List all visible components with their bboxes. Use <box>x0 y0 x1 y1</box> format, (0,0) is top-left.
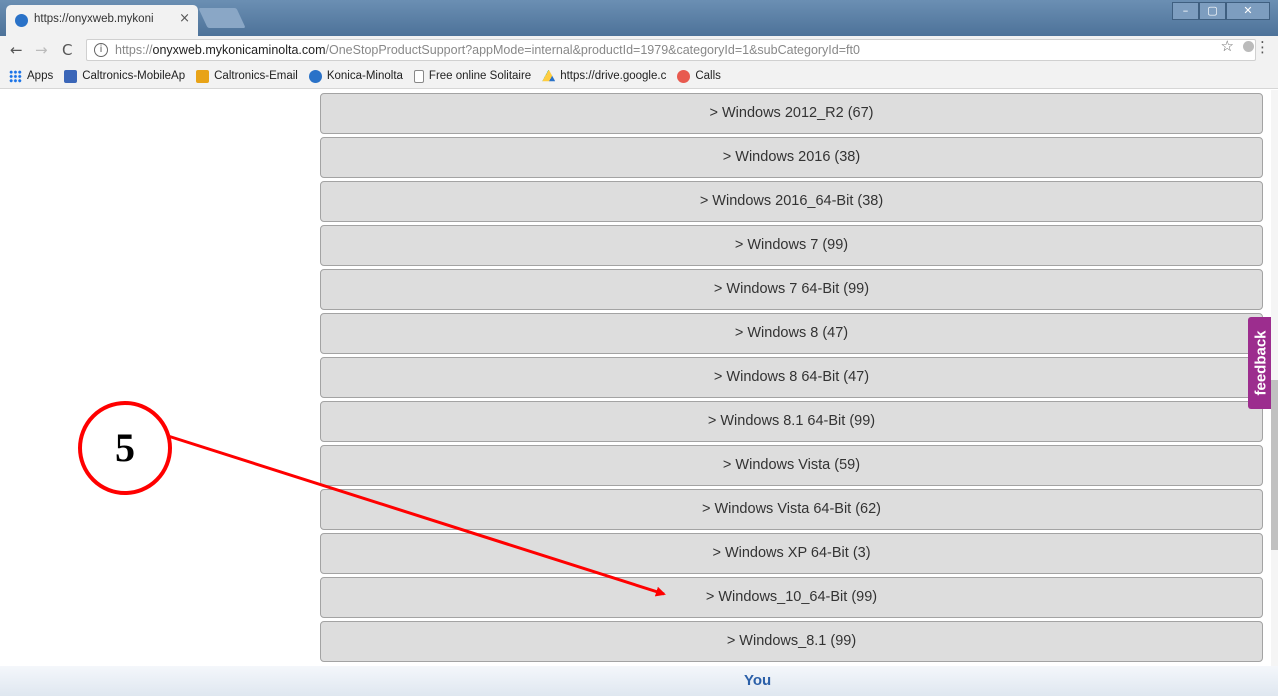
os-row-windows-vista-64bit[interactable]: > Windows Vista 64-Bit (62) <box>320 489 1263 530</box>
bookmark-star-icon[interactable]: ☆ <box>1221 37 1234 55</box>
os-row-windows-xp-64bit[interactable]: > Windows XP 64-Bit (3) <box>320 533 1263 574</box>
os-row-windows-8-1[interactable]: > Windows_8.1 (99) <box>320 621 1263 662</box>
bookmark-label: Caltronics-MobileAp <box>82 70 186 82</box>
window-titlebar: https://onyxweb.mykoni × – ▢ ✕ <box>0 0 1278 36</box>
os-row-windows-8-1-64bit[interactable]: > Windows 8.1 64-Bit (99) <box>320 401 1263 442</box>
minimize-button[interactable]: – <box>1172 2 1199 20</box>
scrollbar-thumb[interactable] <box>1271 380 1278 550</box>
forward-arrow-icon[interactable]: → <box>35 41 48 59</box>
os-row-windows-2012-r2[interactable]: > Windows 2012_R2 (67) <box>320 93 1263 134</box>
close-window-button[interactable]: ✕ <box>1226 2 1270 20</box>
bookmark-calls[interactable]: Calls <box>677 69 721 83</box>
back-arrow-icon[interactable]: ← <box>10 41 23 59</box>
calls-icon <box>677 69 691 83</box>
reload-icon[interactable]: C <box>62 41 72 59</box>
url-prefix: https:// <box>115 43 153 57</box>
bookmarks-bar: Apps Caltronics-MobileAp Caltronics-Emai… <box>0 64 1278 89</box>
os-row-windows-7[interactable]: > Windows 7 (99) <box>320 225 1263 266</box>
scrollbar[interactable] <box>1271 90 1278 666</box>
os-row-windows-8-64bit[interactable]: > Windows 8 64-Bit (47) <box>320 357 1263 398</box>
footer-partial-text: You <box>744 672 772 689</box>
new-tab-button[interactable] <box>198 8 246 28</box>
bookmark-label: Free online Solitaire <box>428 70 532 82</box>
browser-toolbar: ← → C i https://onyxweb.mykonicaminolta.… <box>0 36 1278 64</box>
url-path: /OneStopProductSupport?appMode=internal&… <box>325 43 860 57</box>
bookmark-label: https://drive.google.c <box>560 70 667 82</box>
os-row-windows-2016[interactable]: > Windows 2016 (38) <box>320 137 1263 178</box>
bookmark-label: Calls <box>695 70 721 82</box>
bookmark-google-drive[interactable]: https://drive.google.c <box>542 69 667 83</box>
bookmark-solitaire[interactable]: Free online Solitaire <box>413 69 532 83</box>
bookmark-caltronics-mobileapp[interactable]: Caltronics-MobileAp <box>64 69 186 83</box>
address-bar[interactable]: i https://onyxweb.mykonicaminolta.com/On… <box>86 39 1256 61</box>
os-driver-list: > Windows 2012_R2 (67) > Windows 2016 (3… <box>320 93 1263 665</box>
bookmark-label: Apps <box>27 70 54 82</box>
site-info-icon[interactable]: i <box>94 43 108 57</box>
drive-icon <box>542 69 556 82</box>
annotation-number: 5 <box>115 425 135 470</box>
window-controls: – ▢ ✕ <box>1172 2 1270 20</box>
bookmark-apps[interactable]: Apps <box>9 69 54 83</box>
taskbar: You <box>0 666 1278 696</box>
url-text[interactable]: https://onyxweb.mykonicaminolta.com/OneS… <box>115 43 860 57</box>
page-content: > Windows 2012_R2 (67) > Windows 2016 (3… <box>0 90 1278 666</box>
browser-tab[interactable]: https://onyxweb.mykoni × <box>6 5 198 36</box>
os-row-windows-vista[interactable]: > Windows Vista (59) <box>320 445 1263 486</box>
bookmark-konica-minolta[interactable]: Konica-Minolta <box>308 69 403 83</box>
bookmark-label: Caltronics-Email <box>214 70 298 82</box>
tab-title: https://onyxweb.mykoni <box>34 13 154 25</box>
os-row-windows-7-64bit[interactable]: > Windows 7 64-Bit (99) <box>320 269 1263 310</box>
email-icon <box>196 69 210 83</box>
maximize-button[interactable]: ▢ <box>1199 2 1226 20</box>
bookmark-label: Konica-Minolta <box>326 70 403 82</box>
url-host: onyxweb.mykonicaminolta.com <box>152 43 326 57</box>
feedback-label: feedback <box>1252 330 1270 396</box>
page-icon <box>413 69 424 83</box>
site-favicon-icon <box>15 14 28 27</box>
close-tab-icon[interactable]: × <box>179 11 190 26</box>
mobile-app-icon <box>64 69 78 83</box>
extension-icon[interactable] <box>1243 41 1254 52</box>
os-row-windows-10-64bit[interactable]: > Windows_10_64-Bit (99) <box>320 577 1263 618</box>
bookmark-caltronics-email[interactable]: Caltronics-Email <box>196 69 298 83</box>
os-row-windows-2016-64bit[interactable]: > Windows 2016_64-Bit (38) <box>320 181 1263 222</box>
konica-logo-icon <box>308 69 322 83</box>
apps-grid-icon <box>9 69 22 83</box>
os-row-windows-8[interactable]: > Windows 8 (47) <box>320 313 1263 354</box>
browser-menu-icon[interactable]: ⋮ <box>1255 38 1270 56</box>
